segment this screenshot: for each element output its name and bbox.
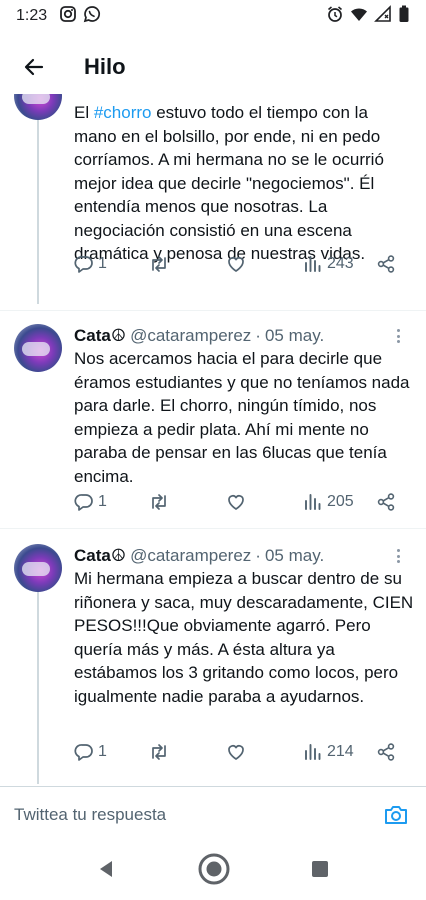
back-triangle-icon[interactable] [97, 859, 117, 884]
thread-connector [37, 120, 39, 304]
retweet-icon [152, 494, 166, 510]
share-icon [377, 255, 395, 273]
views-count: 214 [327, 743, 354, 760]
reply-icon [74, 256, 93, 273]
more-options-icon[interactable] [390, 546, 406, 566]
share-button[interactable] [376, 738, 396, 766]
tweet-header: Cata☮ @cataramperez · 05 may. [74, 544, 414, 568]
reply-input[interactable]: Twittea tu respuesta [14, 805, 166, 825]
author-handle[interactable]: @cataramperez [130, 546, 251, 566]
like-button[interactable] [226, 250, 246, 278]
reply-count: 1 [98, 493, 107, 510]
tweet-divider [0, 310, 426, 311]
retweet-button[interactable] [148, 488, 170, 516]
recents-square-icon[interactable] [311, 860, 329, 883]
thread-list[interactable]: El #chorro estuvo todo el tiempo con la … [0, 94, 426, 784]
tweet-text: El #chorro estuvo todo el tiempo con la … [74, 103, 384, 263]
retweet-icon [152, 256, 166, 272]
author-name[interactable]: Cata☮ [74, 326, 126, 346]
reply-icon [74, 494, 93, 511]
tweet-text: Nos acercamos hacia el para decirle que … [74, 349, 410, 486]
share-icon [377, 493, 395, 511]
reply-icon [74, 744, 93, 761]
views-button[interactable]: 205 [303, 488, 354, 516]
views-icon [305, 744, 321, 760]
author-name[interactable]: Cata☮ [74, 546, 126, 566]
avatar[interactable] [14, 94, 62, 120]
status-left-icons [59, 5, 101, 28]
alarm-icon [326, 5, 344, 28]
reply-button[interactable]: 1 [74, 250, 107, 278]
status-right-icons [326, 4, 410, 28]
tweet-date[interactable]: 05 may. [265, 546, 324, 566]
instagram-icon [59, 5, 77, 28]
views-count: 205 [327, 493, 354, 510]
tweet-divider [0, 528, 426, 529]
avatar[interactable] [14, 324, 62, 372]
tweet[interactable]: Cata☮ @cataramperez · 05 may. Mi hermana… [0, 544, 426, 784]
page-title: Hilo [84, 54, 126, 79]
retweet-button[interactable] [148, 250, 170, 278]
app-header: Hilo [0, 40, 426, 94]
separator: · [255, 546, 261, 565]
reply-count: 1 [98, 743, 107, 760]
views-button[interactable]: 243 [303, 250, 354, 278]
reply-count: 1 [98, 255, 107, 272]
tweet-actions: 1 205 [74, 488, 409, 516]
thread-connector [37, 592, 39, 784]
avatar[interactable] [14, 544, 62, 592]
back-button[interactable] [6, 40, 62, 94]
tweet-actions: 1 214 [74, 738, 409, 766]
separator: · [255, 326, 261, 345]
hashtag-link[interactable]: #chorro [94, 103, 152, 122]
tweet[interactable]: Cata☮ @cataramperez · 05 may. Nos acerca… [0, 324, 426, 542]
share-icon [377, 743, 395, 761]
tweet-actions: 1 243 [74, 250, 409, 278]
like-icon [228, 257, 244, 272]
whatsapp-icon [83, 5, 101, 28]
retweet-button[interactable] [148, 738, 170, 766]
tweet-date[interactable]: 05 may. [265, 326, 324, 346]
author-handle[interactable]: @cataramperez [130, 326, 251, 346]
camera-icon [385, 805, 407, 824]
system-nav-bar [0, 842, 426, 900]
wifi-icon [350, 5, 368, 28]
tweet[interactable]: El #chorro estuvo todo el tiempo con la … [0, 94, 426, 304]
retweet-icon [152, 744, 166, 760]
home-circle-icon[interactable] [197, 852, 231, 891]
tweet-text: Mi hermana empieza a buscar dentro de su… [74, 569, 414, 706]
reply-composer[interactable]: Twittea tu respuesta [0, 786, 426, 842]
more-options-icon[interactable] [390, 326, 406, 346]
signal-icon [374, 4, 392, 28]
views-icon [305, 256, 321, 272]
reply-button[interactable]: 1 [74, 488, 107, 516]
like-button[interactable] [226, 488, 246, 516]
status-bar: 1:23 [0, 0, 426, 32]
like-button[interactable] [226, 738, 246, 766]
share-button[interactable] [376, 488, 396, 516]
share-button[interactable] [376, 250, 396, 278]
views-icon [305, 494, 321, 510]
reply-button[interactable]: 1 [74, 738, 107, 766]
views-button[interactable]: 214 [303, 738, 354, 766]
battery-icon [398, 5, 410, 28]
like-icon [228, 495, 244, 510]
views-count: 243 [327, 255, 354, 272]
camera-button[interactable] [380, 799, 412, 831]
tweet-header: Cata☮ @cataramperez · 05 may. [74, 324, 414, 348]
arrow-left-icon [24, 58, 44, 76]
status-time: 1:23 [16, 7, 48, 24]
like-icon [228, 745, 244, 760]
